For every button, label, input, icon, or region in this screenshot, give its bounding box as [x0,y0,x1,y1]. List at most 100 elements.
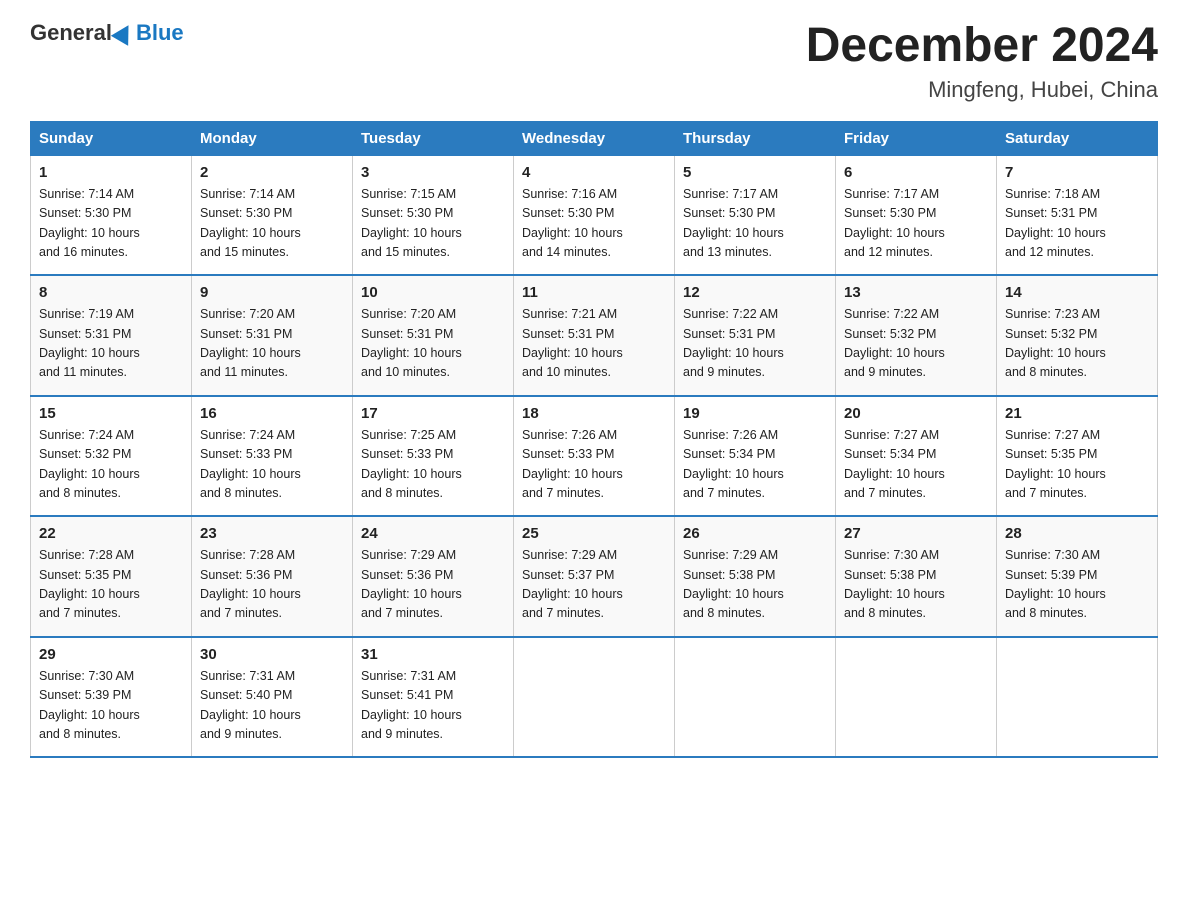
day-number: 7 [1005,164,1149,181]
day-number: 11 [522,284,666,301]
calendar-cell: 11Sunrise: 7:21 AMSunset: 5:31 PMDayligh… [514,275,675,396]
month-title: December 2024 [806,20,1158,73]
day-info: Sunrise: 7:28 AMSunset: 5:35 PMDaylight:… [39,546,183,624]
location-title: Mingfeng, Hubei, China [806,77,1158,103]
calendar-cell: 27 Sunrise: 7:30 AMSunset: 5:38 PMDayligh… [836,516,997,637]
calendar-cell: 9Sunrise: 7:20 AMSunset: 5:31 PMDaylight… [192,275,353,396]
calendar-cell [836,637,997,758]
title-area: December 2024 Mingfeng, Hubei, China [806,20,1158,103]
day-number: 10 [361,284,505,301]
page-header: General Blue December 2024 Mingfeng, Hub… [30,20,1158,103]
weekday-header-monday: Monday [192,121,353,155]
day-info: Sunrise: 7:29 AMSunset: 5:36 PMDaylight:… [361,546,505,624]
day-number: 29 [39,646,183,663]
calendar-cell: 5 Sunrise: 7:17 AMSunset: 5:30 PMDaylight… [675,155,836,275]
day-info: Sunrise: 7:14 AMSunset: 5:30 PMDaylight:… [200,185,344,263]
day-info: Sunrise: 7:24 AMSunset: 5:32 PMDaylight:… [39,426,183,504]
day-info: Sunrise: 7:24 AMSunset: 5:33 PMDaylight:… [200,426,344,504]
calendar-cell: 22 Sunrise: 7:28 AMSunset: 5:35 PMDayligh… [31,516,192,637]
day-info: Sunrise: 7:17 AMSunset: 5:30 PMDaylight:… [683,185,827,263]
calendar-week-row: 15 Sunrise: 7:24 AMSunset: 5:32 PMDayligh… [31,396,1158,517]
calendar-cell: 21 Sunrise: 7:27 AMSunset: 5:35 PMDayligh… [997,396,1158,517]
day-info: Sunrise: 7:16 AMSunset: 5:30 PMDaylight:… [522,185,666,263]
day-number: 15 [39,405,183,422]
weekday-header-tuesday: Tuesday [353,121,514,155]
calendar-cell [675,637,836,758]
calendar-cell: 25 Sunrise: 7:29 AMSunset: 5:37 PMDayligh… [514,516,675,637]
day-number: 18 [522,405,666,422]
day-number: 30 [200,646,344,663]
day-number: 28 [1005,525,1149,542]
day-info: Sunrise: 7:29 AMSunset: 5:37 PMDaylight:… [522,546,666,624]
day-number: 13 [844,284,988,301]
calendar-cell: 13 Sunrise: 7:22 AMSunset: 5:32 PMDayligh… [836,275,997,396]
day-number: 24 [361,525,505,542]
day-number: 8 [39,284,183,301]
logo-general-text: General [30,20,112,46]
day-info: Sunrise: 7:18 AMSunset: 5:31 PMDaylight:… [1005,185,1149,263]
logo-blue-text: Blue [136,20,184,46]
day-info: Sunrise: 7:14 AMSunset: 5:30 PMDaylight:… [39,185,183,263]
day-info: Sunrise: 7:25 AMSunset: 5:33 PMDaylight:… [361,426,505,504]
day-info: Sunrise: 7:31 AMSunset: 5:40 PMDaylight:… [200,667,344,745]
day-number: 21 [1005,405,1149,422]
calendar-cell: 24 Sunrise: 7:29 AMSunset: 5:36 PMDayligh… [353,516,514,637]
calendar-cell: 8 Sunrise: 7:19 AMSunset: 5:31 PMDaylight… [31,275,192,396]
calendar-cell: 20 Sunrise: 7:27 AMSunset: 5:34 PMDayligh… [836,396,997,517]
calendar-cell [514,637,675,758]
day-number: 26 [683,525,827,542]
day-number: 17 [361,405,505,422]
day-info: Sunrise: 7:20 AMSunset: 5:31 PMDaylight:… [200,305,344,383]
day-number: 12 [683,284,827,301]
calendar-cell: 31Sunrise: 7:31 AMSunset: 5:41 PMDayligh… [353,637,514,758]
calendar-cell: 12Sunrise: 7:22 AMSunset: 5:31 PMDayligh… [675,275,836,396]
day-info: Sunrise: 7:28 AMSunset: 5:36 PMDaylight:… [200,546,344,624]
calendar-cell: 1Sunrise: 7:14 AMSunset: 5:30 PMDaylight… [31,155,192,275]
day-info: Sunrise: 7:15 AMSunset: 5:30 PMDaylight:… [361,185,505,263]
day-number: 22 [39,525,183,542]
logo: General Blue [30,20,184,46]
day-number: 16 [200,405,344,422]
calendar-cell: 19 Sunrise: 7:26 AMSunset: 5:34 PMDayligh… [675,396,836,517]
calendar-cell: 29 Sunrise: 7:30 AMSunset: 5:39 PMDayligh… [31,637,192,758]
calendar-cell: 4 Sunrise: 7:16 AMSunset: 5:30 PMDaylight… [514,155,675,275]
calendar-cell: 18 Sunrise: 7:26 AMSunset: 5:33 PMDayligh… [514,396,675,517]
day-info: Sunrise: 7:20 AMSunset: 5:31 PMDaylight:… [361,305,505,383]
weekday-header-row: SundayMondayTuesdayWednesdayThursdayFrid… [31,121,1158,155]
day-info: Sunrise: 7:30 AMSunset: 5:39 PMDaylight:… [1005,546,1149,624]
logo-area: General Blue [30,20,184,46]
day-info: Sunrise: 7:26 AMSunset: 5:34 PMDaylight:… [683,426,827,504]
day-info: Sunrise: 7:27 AMSunset: 5:34 PMDaylight:… [844,426,988,504]
calendar-table: SundayMondayTuesdayWednesdayThursdayFrid… [30,121,1158,759]
day-number: 4 [522,164,666,181]
calendar-cell: 2 Sunrise: 7:14 AMSunset: 5:30 PMDaylight… [192,155,353,275]
day-number: 5 [683,164,827,181]
day-info: Sunrise: 7:26 AMSunset: 5:33 PMDaylight:… [522,426,666,504]
day-info: Sunrise: 7:19 AMSunset: 5:31 PMDaylight:… [39,305,183,383]
day-number: 27 [844,525,988,542]
calendar-cell [997,637,1158,758]
calendar-cell: 28 Sunrise: 7:30 AMSunset: 5:39 PMDayligh… [997,516,1158,637]
day-info: Sunrise: 7:30 AMSunset: 5:38 PMDaylight:… [844,546,988,624]
weekday-header-thursday: Thursday [675,121,836,155]
logo-triangle-icon [111,20,137,46]
day-number: 25 [522,525,666,542]
calendar-cell: 3 Sunrise: 7:15 AMSunset: 5:30 PMDaylight… [353,155,514,275]
calendar-cell: 10 Sunrise: 7:20 AMSunset: 5:31 PMDayligh… [353,275,514,396]
day-info: Sunrise: 7:22 AMSunset: 5:32 PMDaylight:… [844,305,988,383]
day-info: Sunrise: 7:27 AMSunset: 5:35 PMDaylight:… [1005,426,1149,504]
day-number: 19 [683,405,827,422]
calendar-week-row: 29 Sunrise: 7:30 AMSunset: 5:39 PMDayligh… [31,637,1158,758]
calendar-cell: 6Sunrise: 7:17 AMSunset: 5:30 PMDaylight… [836,155,997,275]
calendar-cell: 30 Sunrise: 7:31 AMSunset: 5:40 PMDayligh… [192,637,353,758]
weekday-header-sunday: Sunday [31,121,192,155]
day-info: Sunrise: 7:29 AMSunset: 5:38 PMDaylight:… [683,546,827,624]
day-number: 20 [844,405,988,422]
calendar-cell: 23Sunrise: 7:28 AMSunset: 5:36 PMDayligh… [192,516,353,637]
day-number: 3 [361,164,505,181]
calendar-week-row: 8 Sunrise: 7:19 AMSunset: 5:31 PMDaylight… [31,275,1158,396]
weekday-header-saturday: Saturday [997,121,1158,155]
day-info: Sunrise: 7:30 AMSunset: 5:39 PMDaylight:… [39,667,183,745]
calendar-cell: 16 Sunrise: 7:24 AMSunset: 5:33 PMDayligh… [192,396,353,517]
day-number: 2 [200,164,344,181]
